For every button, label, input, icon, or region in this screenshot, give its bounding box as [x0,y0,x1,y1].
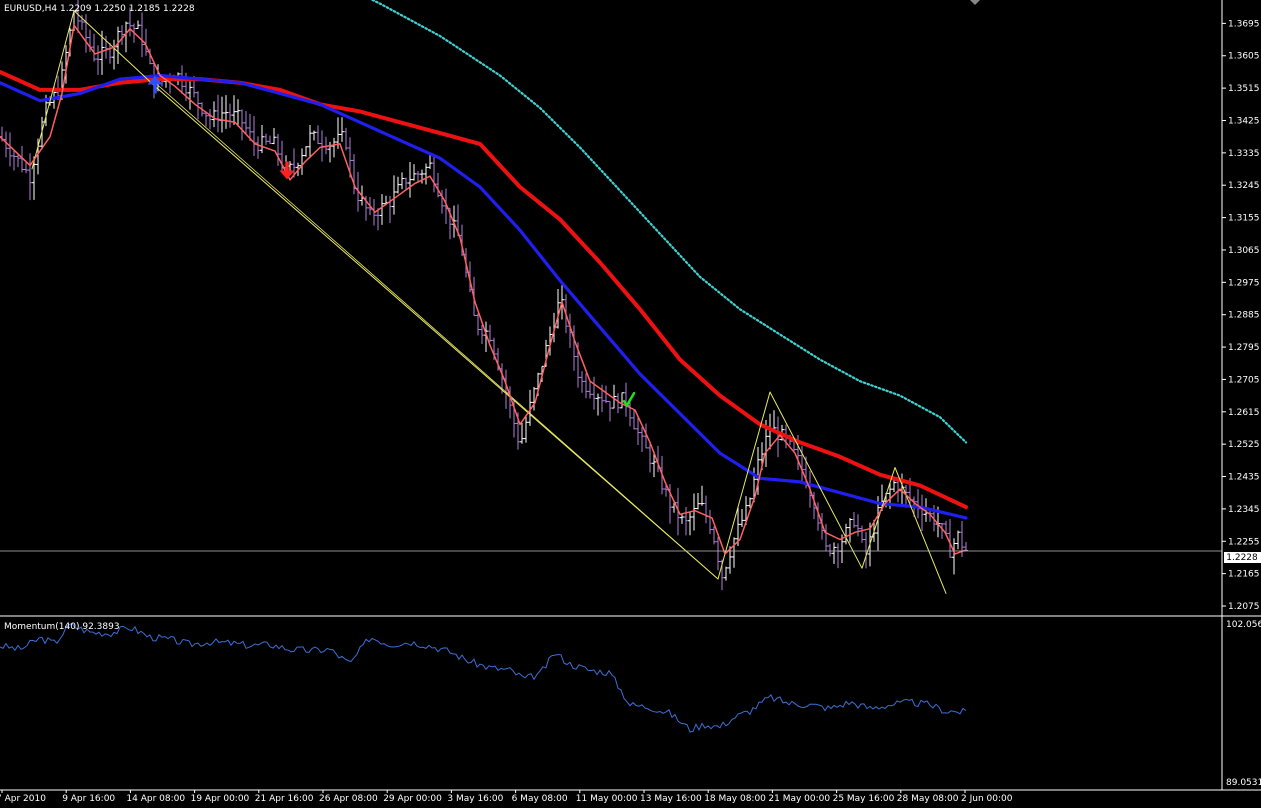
time-tick-label: 3 May 16:00 [447,794,503,804]
time-tick-label: 25 May 16:00 [833,794,895,804]
price-tick-label: 1.2795 [1228,343,1260,353]
price-tick-label: 1.2615 [1228,408,1260,418]
price-tick-label: 1.2975 [1228,278,1260,288]
momentum-value: 92.3893 [82,622,120,632]
chart-canvas: 1.3695 1.3605 1.3515 1.3425 1.3335 1.3245 1.31… [0,0,1261,804]
current-price-marker: 1.2228 [1224,552,1261,563]
time-tick-label: 29 Apr 00:00 [383,794,442,804]
time-tick-label: 26 Apr 08:00 [319,794,378,804]
momentum-label: Momentum(140) [4,622,80,632]
momentum-axis: 102.0568 89.0531 [1226,620,1261,788]
time-tick-label: 19 Apr 00:00 [191,794,250,804]
price-tick-label: 1.2525 [1228,440,1260,450]
time-tick-label: 9 Apr 16:00 [62,794,115,804]
current-price-label: 1.2228 [1226,553,1258,563]
momentum-tick-label: 102.0568 [1226,620,1261,630]
time-tick-label: 6 May 08:00 [512,794,568,804]
chart-window: 1.3695 1.3605 1.3515 1.3425 1.3335 1.3245 1.31… [0,0,1261,804]
price-tick-label: 1.2435 [1228,473,1260,483]
momentum-header: Momentum(140) 92.3893 [4,622,120,632]
price-tick-label: 1.3605 [1228,52,1260,62]
time-tick-label: 2 Jun 00:00 [961,794,1013,804]
price-tick-label: 1.2885 [1228,311,1260,321]
price-tick-label: 1.2345 [1228,505,1260,515]
momentum-pane-area[interactable] [0,618,1222,790]
main-pane-area[interactable] [0,0,1222,615]
price-tick-label: 1.2255 [1228,537,1260,547]
time-tick-label: 13 May 16:00 [640,794,702,804]
price-tick-label: 1.3695 [1228,19,1260,29]
price-tick-label: 1.3245 [1228,181,1260,191]
price-tick-label: 1.3425 [1228,116,1260,126]
price-tick-label: 1.3065 [1228,246,1260,256]
ohlc-values: 1.2209 1.2250 1.2185 1.2228 [60,4,195,14]
price-tick-label: 1.3155 [1228,214,1260,224]
price-tick-label: 1.3335 [1228,149,1260,159]
main-chart-header: EURUSD,H4 1.2209 1.2250 1.2185 1.2228 [4,4,195,14]
price-tick-label: 1.2075 [1228,602,1260,612]
price-tick-label: 1.3515 [1228,84,1260,94]
time-tick-label: 11 May 00:00 [576,794,638,804]
time-tick-label: 14 Apr 08:00 [126,794,185,804]
momentum-tick-label: 89.0531 [1226,778,1261,788]
price-tick-label: 1.2165 [1228,570,1260,580]
time-tick-label: 21 May 00:00 [768,794,830,804]
price-tick-label: 1.2705 [1228,375,1260,385]
symbol-label: EURUSD,H4 [4,4,58,14]
time-tick-label: 18 May 08:00 [704,794,766,804]
time-tick-label: 7 Apr 2010 [0,794,46,804]
time-tick-label: 21 Apr 16:00 [255,794,314,804]
time-axis: 7 Apr 2010 9 Apr 16:00 14 Apr 08:00 19 Apr … [0,790,1013,804]
time-tick-label: 28 May 08:00 [897,794,959,804]
